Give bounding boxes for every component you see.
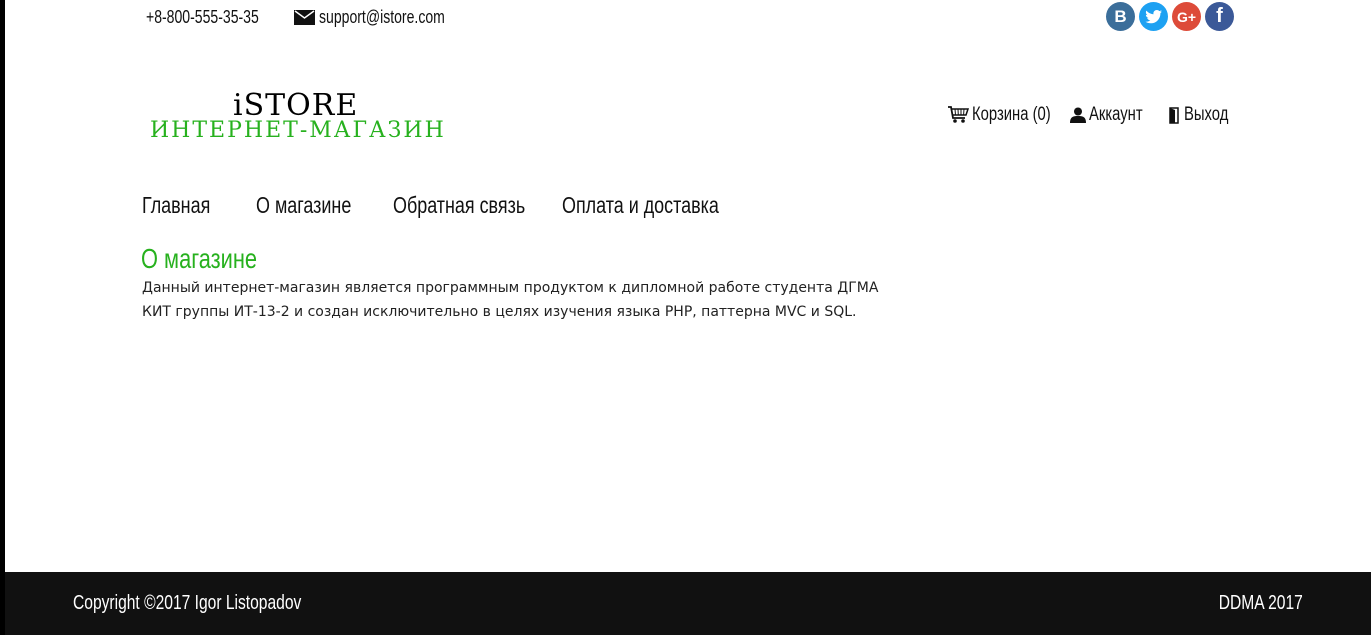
logout-link[interactable]: Выход bbox=[1169, 104, 1241, 126]
vk-icon[interactable]: B bbox=[1106, 2, 1135, 31]
main-nav: Главная О магазине Обратная связь Оплата… bbox=[142, 192, 817, 219]
ddma-text: DDMA 2017 bbox=[1195, 592, 1303, 615]
nav-item-feedback[interactable]: Обратная связь bbox=[393, 192, 562, 219]
page-title: О магазине bbox=[141, 243, 290, 275]
logo-subtitle: ИНТЕРНЕТ-МАГАЗИН bbox=[150, 118, 446, 143]
twitter-bird-glyph bbox=[1145, 9, 1162, 23]
envelope-icon bbox=[294, 9, 315, 25]
user-nav: Корзина (0) Аккаунт Выход bbox=[947, 104, 1241, 126]
email-contact[interactable]: support@istore.com bbox=[294, 7, 480, 28]
phone-contact[interactable]: +8-800-555-35-35 bbox=[142, 7, 282, 28]
nav-about-label: О магазине bbox=[256, 192, 352, 218]
nav-home-label: Главная bbox=[142, 192, 211, 218]
door-exit-icon bbox=[1169, 106, 1179, 124]
nav-item-home[interactable]: Главная bbox=[142, 192, 256, 219]
account-label: Аккаунт bbox=[1089, 104, 1143, 125]
google-plus-label: G+ bbox=[1176, 8, 1197, 25]
ddma-label: DDMA 2017 bbox=[1218, 592, 1303, 614]
logout-label: Выход bbox=[1184, 104, 1229, 125]
page-title-text: О магазине bbox=[141, 243, 258, 274]
facebook-label: f bbox=[1216, 5, 1223, 27]
email-address: support@istore.com bbox=[319, 6, 445, 27]
top-contact-bar: +8-800-555-35-35 support@istore.com bbox=[142, 5, 480, 29]
vk-label: B bbox=[1114, 6, 1127, 26]
about-text: Данный интернет-магазин является програм… bbox=[142, 280, 879, 320]
twitter-icon[interactable] bbox=[1139, 2, 1168, 31]
nav-feedback-label: Обратная связь bbox=[393, 192, 526, 218]
account-link[interactable]: Аккаунт bbox=[1070, 104, 1147, 126]
nav-item-about[interactable]: О магазине bbox=[256, 192, 393, 219]
cart-label: Корзина (0) bbox=[972, 104, 1051, 125]
google-plus-icon[interactable]: G+ bbox=[1172, 2, 1201, 31]
phone-number: +8-800-555-35-35 bbox=[146, 6, 259, 27]
facebook-icon[interactable]: f bbox=[1205, 2, 1234, 31]
nav-item-payment-delivery[interactable]: Оплата и доставка bbox=[562, 192, 817, 219]
nav-payment-label: Оплата и доставка bbox=[562, 192, 719, 218]
social-links: B G+ f bbox=[1106, 2, 1234, 31]
cart-link[interactable]: Корзина (0) bbox=[947, 104, 1051, 126]
page: +8-800-555-35-35 support@istore.com B G+… bbox=[5, 0, 1371, 572]
site-logo[interactable]: iSTORE ИНТЕРНЕТ-МАГАЗИН bbox=[146, 88, 446, 148]
user-icon bbox=[1070, 107, 1086, 123]
copyright-label: Copyright ©2017 Igor Listopadov bbox=[73, 592, 302, 614]
footer: Copyright ©2017 Igor Listopadov DDMA 201… bbox=[5, 572, 1371, 635]
copyright-text: Copyright ©2017 Igor Listopadov bbox=[73, 592, 366, 615]
cart-icon bbox=[948, 106, 969, 123]
